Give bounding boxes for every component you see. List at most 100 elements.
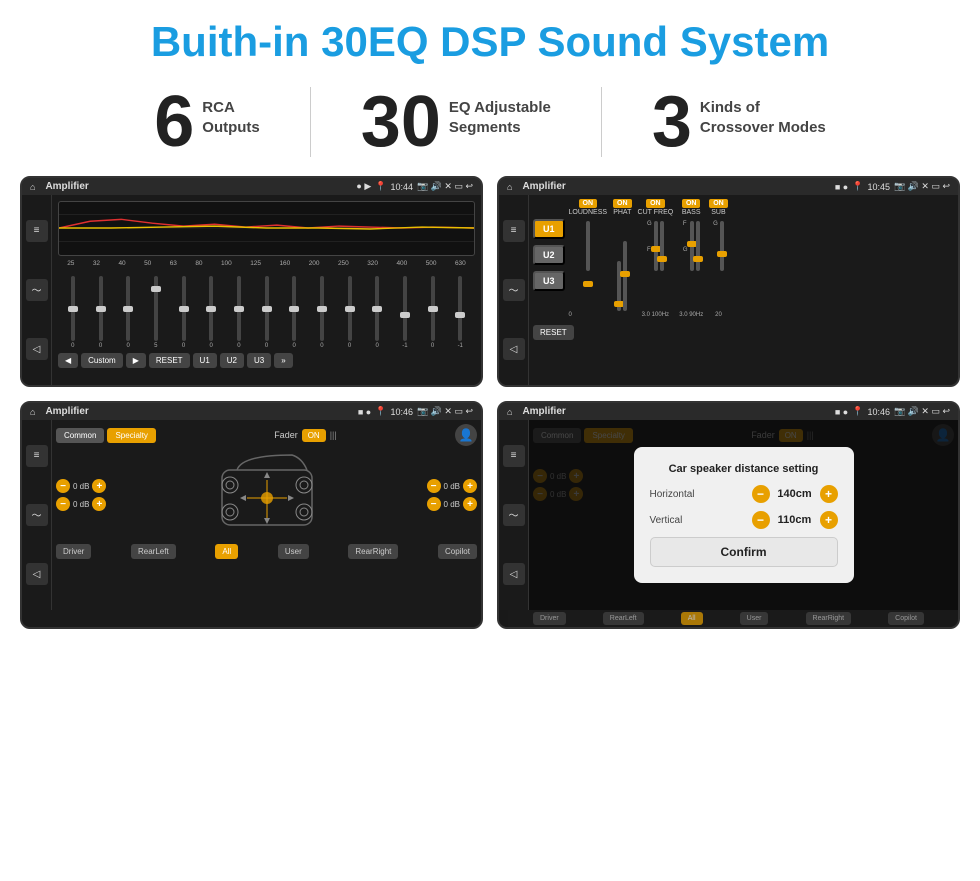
loudness-fader-1[interactable] — [586, 221, 590, 271]
bass-fader-1[interactable] — [690, 221, 694, 271]
eq-slider-15[interactable]: -1 — [447, 276, 473, 349]
user-btn-3[interactable]: User — [278, 544, 309, 559]
eq-slider-14[interactable]: 0 — [420, 276, 446, 349]
more-btn[interactable]: » — [274, 353, 292, 368]
stat-number-30: 30 — [361, 86, 441, 158]
stat-number-6: 6 — [154, 86, 194, 158]
play-btn[interactable]: ▶ — [126, 353, 146, 368]
home-icon-3[interactable]: ⌂ — [30, 407, 35, 417]
vertical-label: Vertical — [650, 515, 683, 526]
rearright-btn-4[interactable]: RearRight — [806, 612, 852, 625]
eq-slider-1[interactable]: 0 — [60, 276, 86, 349]
eq-slider-8[interactable]: 0 — [254, 276, 280, 349]
slider-track-2 — [99, 276, 103, 341]
rearleft-btn-3[interactable]: RearLeft — [131, 544, 176, 559]
horizontal-control: − 140cm + — [752, 485, 838, 503]
eq-slider-2[interactable]: 0 — [88, 276, 114, 349]
phat-fader-1[interactable] — [617, 261, 621, 311]
home-icon-2[interactable]: ⌂ — [507, 182, 512, 192]
speaker-tool-btn-3[interactable]: ◁ — [26, 563, 48, 585]
vertical-plus[interactable]: + — [820, 511, 838, 529]
eq-slider-9[interactable]: 0 — [281, 276, 307, 349]
eq-slider-5[interactable]: 0 — [171, 276, 197, 349]
horizontal-plus[interactable]: + — [820, 485, 838, 503]
u1-label[interactable]: U1 — [533, 219, 565, 239]
cutfreq-fader-1[interactable] — [654, 221, 658, 271]
slider-track-7 — [237, 276, 241, 341]
loudness-scale: 0 — [569, 312, 572, 318]
all-btn-3[interactable]: All — [215, 544, 238, 559]
rearright-btn-3[interactable]: RearRight — [348, 544, 398, 559]
eq-slider-12[interactable]: 0 — [364, 276, 390, 349]
slider-thumb-11 — [345, 306, 355, 312]
eq-screen: 25 32 40 50 63 80 100 125 160 200 250 32… — [52, 195, 481, 374]
eq-slider-7[interactable]: 0 — [226, 276, 252, 349]
status-bar-3: ⌂ Amplifier ■ ● 📍 10:46 📷 🔊 ✕ ▭ ↩ — [22, 403, 481, 420]
eq-slider-13[interactable]: -1 — [392, 276, 418, 349]
fader-left-controls: − 0 dB + − 0 dB + — [56, 450, 106, 540]
wave-tool-btn-3[interactable]: 〜 — [26, 504, 48, 526]
db-minus-4[interactable]: − — [427, 497, 441, 511]
bass-fader-2[interactable] — [696, 221, 700, 271]
all-btn-4[interactable]: All — [681, 612, 703, 625]
main-title: Buith-in 30EQ DSP Sound System — [0, 0, 980, 76]
eq-slider-4[interactable]: 5 — [143, 276, 169, 349]
eq-slider-6[interactable]: 0 — [198, 276, 224, 349]
u2-btn-1[interactable]: U2 — [220, 353, 244, 368]
eq-slider-11[interactable]: 0 — [337, 276, 363, 349]
tab-common-3[interactable]: Common — [56, 428, 104, 443]
speaker-tool-btn-4[interactable]: ◁ — [503, 563, 525, 585]
db-minus-1[interactable]: − — [56, 479, 70, 493]
phat-fader-2[interactable] — [623, 241, 627, 311]
eq-tool-btn-1[interactable]: ≡ — [26, 220, 48, 242]
eq-tool-btn-3[interactable]: ≡ — [26, 445, 48, 467]
db-minus-3[interactable]: − — [427, 479, 441, 493]
db-plus-1[interactable]: + — [92, 479, 106, 493]
horizontal-minus[interactable]: − — [752, 485, 770, 503]
u3-btn-1[interactable]: U3 — [247, 353, 271, 368]
crossover-sections: ON LOUDNESS 0 — [569, 199, 954, 318]
copilot-btn-3[interactable]: Copilot — [438, 544, 477, 559]
eq-tool-btn-4[interactable]: ≡ — [503, 445, 525, 467]
custom-btn[interactable]: Custom — [81, 353, 123, 368]
status-icons-1: 📷 🔊 ✕ ▭ ↩ — [417, 181, 473, 192]
sub-fader-1[interactable] — [720, 221, 724, 271]
confirm-button[interactable]: Confirm — [650, 537, 838, 567]
phat-section: ON PHAT — [613, 199, 632, 318]
u1-btn-1[interactable]: U1 — [193, 353, 217, 368]
freq-125: 125 — [250, 260, 261, 267]
user-btn-4[interactable]: User — [740, 612, 769, 625]
cutfreq-fader-2[interactable] — [660, 221, 664, 271]
freq-100: 100 — [221, 260, 232, 267]
wave-tool-btn-2[interactable]: 〜 — [503, 279, 525, 301]
speaker-tool-btn-2[interactable]: ◁ — [503, 338, 525, 360]
reset-btn-1[interactable]: RESET — [149, 353, 190, 368]
wave-tool-btn-1[interactable]: 〜 — [26, 279, 48, 301]
db-minus-2[interactable]: − — [56, 497, 70, 511]
vertical-minus[interactable]: − — [752, 511, 770, 529]
driver-btn-3[interactable]: Driver — [56, 544, 91, 559]
db-plus-2[interactable]: + — [92, 497, 106, 511]
eq-tool-btn-2[interactable]: ≡ — [503, 220, 525, 242]
copilot-btn-4[interactable]: Copilot — [888, 612, 924, 625]
home-icon-4[interactable]: ⌂ — [507, 407, 512, 417]
reset-btn-2[interactable]: RESET — [533, 325, 574, 340]
status-bar-4: ⌂ Amplifier ■ ● 📍 10:46 📷 🔊 ✕ ▭ ↩ — [499, 403, 958, 420]
freq-250: 250 — [338, 260, 349, 267]
slider-thumb-6 — [206, 306, 216, 312]
db-plus-4[interactable]: + — [463, 497, 477, 511]
wave-tool-btn-4[interactable]: 〜 — [503, 504, 525, 526]
eq-slider-3[interactable]: 0 — [115, 276, 141, 349]
driver-btn-4[interactable]: Driver — [533, 612, 566, 625]
home-icon-1[interactable]: ⌂ — [30, 182, 35, 192]
rearleft-btn-4[interactable]: RearLeft — [603, 612, 644, 625]
prev-btn[interactable]: ◀ — [58, 353, 78, 368]
stat-item-crossover: 3 Kinds ofCrossover Modes — [602, 86, 876, 158]
tab-specialty-3[interactable]: Specialty — [107, 428, 155, 443]
person-icon-3[interactable]: 👤 — [455, 424, 477, 446]
u2-label[interactable]: U2 — [533, 245, 565, 265]
u3-label[interactable]: U3 — [533, 271, 565, 291]
speaker-tool-btn-1[interactable]: ◁ — [26, 338, 48, 360]
db-plus-3[interactable]: + — [463, 479, 477, 493]
eq-slider-10[interactable]: 0 — [309, 276, 335, 349]
